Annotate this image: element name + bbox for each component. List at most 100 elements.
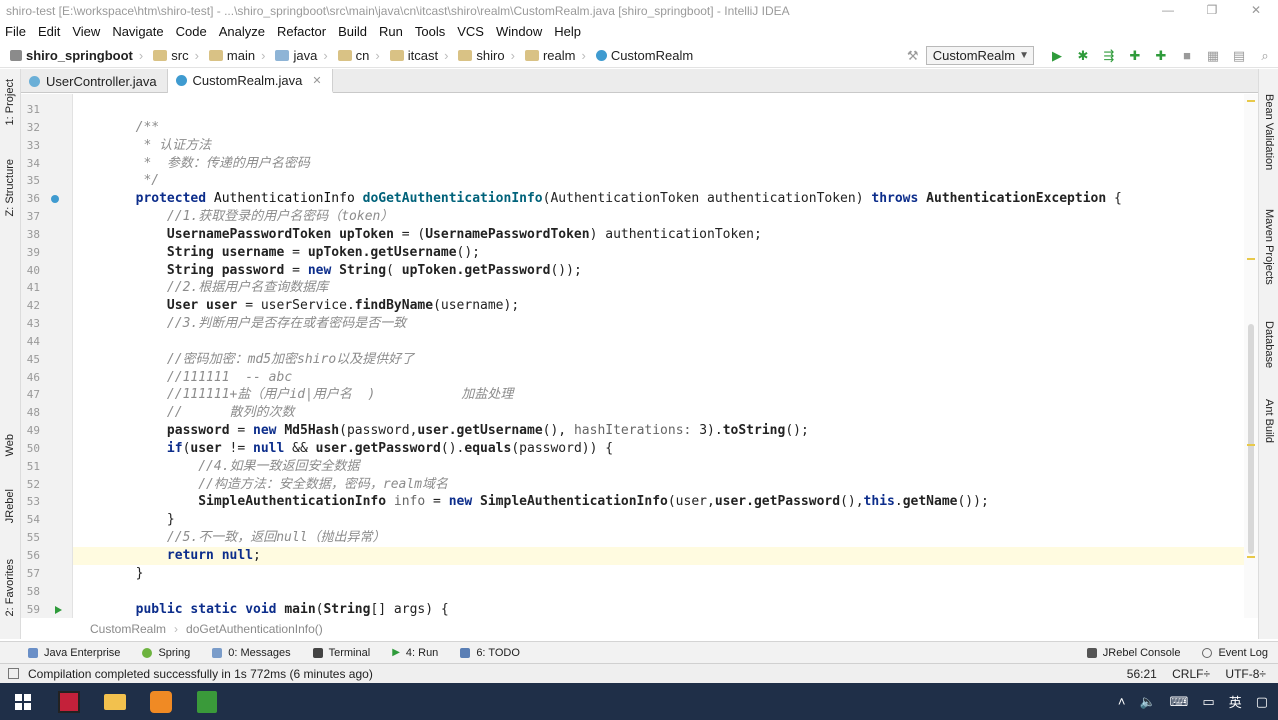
code-line[interactable]: UsernamePasswordToken upToken = (Usernam…: [73, 226, 1244, 244]
code-line[interactable]: //5.不一致，返回null（抛出异常）: [73, 529, 1244, 547]
override-method-icon[interactable]: [51, 195, 59, 204]
code-line[interactable]: * 认证方法: [73, 137, 1244, 155]
tray-chevron-up-icon[interactable]: ˄: [1118, 694, 1126, 709]
taskbar-explorer[interactable]: [92, 683, 138, 720]
code-line[interactable]: public static void main(String[] args) {: [73, 601, 1244, 618]
sdk-icon[interactable]: ▦: [1205, 48, 1221, 64]
crumb-customrealm[interactable]: CustomRealm: [588, 48, 695, 63]
code-line[interactable]: }: [73, 511, 1244, 529]
crumb-java[interactable]: java ›: [267, 48, 329, 63]
menu-analyze[interactable]: Analyze: [213, 21, 271, 42]
menu-view[interactable]: View: [66, 21, 106, 42]
code-line[interactable]: //111111+盐（用户id|用户名 ) 加盐处理: [73, 386, 1244, 404]
menu-build[interactable]: Build: [332, 21, 373, 42]
menu-run[interactable]: Run: [373, 21, 409, 42]
crumb-itcast[interactable]: itcast ›: [382, 48, 451, 63]
file-encoding[interactable]: UTF-8÷: [1225, 667, 1266, 681]
code-line[interactable]: }: [73, 565, 1244, 583]
code-line[interactable]: String username = upToken.getUsername();: [73, 244, 1244, 262]
code-line[interactable]: return null;: [73, 547, 1244, 565]
keyboard-icon[interactable]: ⌨: [1170, 694, 1189, 710]
tool-project[interactable]: 1: Project: [4, 79, 16, 125]
warning-marker[interactable]: [1247, 258, 1255, 260]
code-area[interactable]: /** * 认证方法 * 参数：传递的用户名密码 */ protected Au…: [73, 94, 1244, 618]
code-line[interactable]: password = new Md5Hash(password,user.get…: [73, 422, 1244, 440]
tool-java-enterprise[interactable]: Java Enterprise: [28, 647, 120, 659]
tool-database[interactable]: Database: [1263, 321, 1275, 368]
maximize-button[interactable]: ❐: [1190, 0, 1234, 21]
code-line[interactable]: */: [73, 172, 1244, 190]
code-line[interactable]: //2.根据用户名查询数据库: [73, 279, 1244, 297]
debug-icon[interactable]: ✱: [1075, 48, 1091, 64]
tool-web[interactable]: Web: [4, 434, 16, 456]
run-main-icon[interactable]: [55, 605, 62, 614]
code-line[interactable]: // 散列的次数: [73, 404, 1244, 422]
scrollbar-thumb[interactable]: [1248, 324, 1254, 554]
code-line[interactable]: //构造方法：安全数据，密码，realm域名: [73, 476, 1244, 494]
search-icon[interactable]: ⌕: [1257, 48, 1273, 64]
jrebel-run-icon[interactable]: ✚: [1127, 48, 1143, 64]
taskbar-intellij[interactable]: [46, 683, 92, 720]
tool-ant-build[interactable]: Ant Build: [1263, 399, 1275, 443]
menu-file[interactable]: File: [0, 21, 32, 42]
crumb-realm[interactable]: realm ›: [517, 48, 588, 63]
close-button[interactable]: ✕: [1234, 0, 1278, 21]
code-line[interactable]: //4.如果一致返回安全数据: [73, 458, 1244, 476]
code-line[interactable]: [73, 101, 1244, 119]
status-toggle-icon[interactable]: [8, 668, 19, 679]
code-line[interactable]: SimpleAuthenticationInfo info = new Simp…: [73, 493, 1244, 511]
tool-run[interactable]: ▶ 4: Run: [392, 647, 438, 659]
volume-icon[interactable]: 🔈: [1139, 694, 1155, 710]
taskbar-app-orange[interactable]: [138, 683, 184, 720]
code-line[interactable]: //密码加密：md5加密shiro以及提供好了: [73, 351, 1244, 369]
caret-position[interactable]: 56:21: [1127, 667, 1157, 681]
tab-customrealm[interactable]: CustomRealm.java ✕: [167, 69, 333, 93]
tool-favorites[interactable]: 2: Favorites: [4, 559, 16, 616]
warning-marker[interactable]: [1247, 556, 1255, 558]
status-message[interactable]: Compilation completed successfully in 1s…: [28, 667, 1127, 681]
code-line[interactable]: * 参数：传递的用户名密码: [73, 155, 1244, 173]
code-line[interactable]: User user = userService.findByName(usern…: [73, 297, 1244, 315]
warning-marker[interactable]: [1247, 100, 1255, 102]
crumb-project[interactable]: shiro_springboot ›: [0, 48, 145, 63]
build-project-icon[interactable]: ⚒: [905, 48, 921, 64]
taskbar-app-green[interactable]: [184, 683, 230, 720]
tool-jrebel-console[interactable]: JRebel Console: [1086, 647, 1180, 659]
code-crumb-class[interactable]: CustomRealm: [90, 622, 166, 636]
code-line[interactable]: //3.判断用户是否存在或者密码是否一致: [73, 315, 1244, 333]
crumb-main[interactable]: main ›: [201, 48, 268, 63]
close-tab-icon[interactable]: ✕: [312, 74, 321, 87]
code-line[interactable]: if(user != null && user.getPassword().eq…: [73, 440, 1244, 458]
menu-tools[interactable]: Tools: [409, 21, 451, 42]
tool-event-log[interactable]: Event Log: [1202, 647, 1268, 659]
tool-maven-projects[interactable]: Maven Projects: [1263, 209, 1275, 285]
start-button[interactable]: [0, 683, 46, 720]
line-separator[interactable]: CRLF÷: [1172, 667, 1210, 681]
menu-navigate[interactable]: Navigate: [106, 21, 169, 42]
code-line[interactable]: /**: [73, 119, 1244, 137]
code-line[interactable]: //1.获取登录的用户名密码（token）: [73, 208, 1244, 226]
code-crumb-method[interactable]: doGetAuthenticationInfo(): [186, 622, 323, 636]
code-line[interactable]: protected AuthenticationInfo doGetAuthen…: [73, 190, 1244, 208]
jrebel-debug-icon[interactable]: ✚: [1153, 48, 1169, 64]
tool-jrebel[interactable]: JRebel: [4, 489, 16, 523]
ime-indicator[interactable]: 英: [1229, 692, 1242, 711]
code-line[interactable]: String password = new String( upToken.ge…: [73, 262, 1244, 280]
code-line[interactable]: [73, 583, 1244, 601]
code-editor[interactable]: 31 32 33 34 35 36 37 38 39 40 41 42 43 44 45 46 47 48 49 50…: [21, 94, 1258, 618]
menu-code[interactable]: Code: [170, 21, 213, 42]
menu-edit[interactable]: Edit: [32, 21, 66, 42]
tool-terminal[interactable]: Terminal: [312, 647, 370, 659]
run-icon[interactable]: ▶: [1049, 48, 1065, 64]
minimize-button[interactable]: —: [1146, 0, 1190, 21]
tool-todo[interactable]: 6: TODO: [460, 647, 520, 659]
run-configuration-select[interactable]: CustomRealm ▼: [925, 46, 1034, 65]
network-icon[interactable]: ▭: [1202, 694, 1214, 710]
crumb-src[interactable]: src ›: [145, 48, 201, 63]
tool-bean-validation[interactable]: Bean Validation: [1263, 94, 1275, 170]
tool-messages[interactable]: 0: Messages: [212, 647, 291, 659]
project-structure-icon[interactable]: ▤: [1231, 48, 1247, 64]
menu-window[interactable]: Window: [490, 21, 548, 42]
menu-help[interactable]: Help: [548, 21, 587, 42]
crumb-shiro[interactable]: shiro ›: [450, 48, 517, 63]
